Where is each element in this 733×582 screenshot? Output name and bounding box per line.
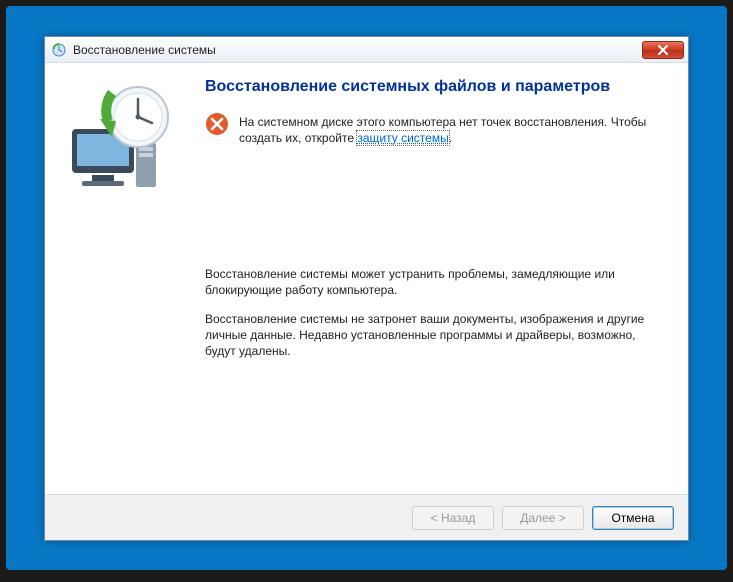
info-para-1: Восстановление системы может устранить п… — [205, 266, 662, 298]
right-pane: Восстановление системных файлов и параме… — [205, 63, 688, 494]
restore-graphic-icon — [60, 81, 190, 201]
system-restore-window: Восстановление системы — [44, 36, 689, 541]
alert-text: На системном диске этого компьютера нет … — [239, 114, 662, 146]
page-heading: Восстановление системных файлов и параме… — [205, 77, 662, 98]
close-button[interactable] — [642, 41, 684, 59]
restore-icon — [51, 42, 67, 58]
close-icon — [657, 45, 669, 55]
cancel-button[interactable]: Отмена — [592, 506, 674, 530]
info-block: Восстановление системы может устранить п… — [205, 266, 662, 359]
titlebar: Восстановление системы — [45, 37, 688, 63]
alert-row: На системном диске этого компьютера нет … — [205, 112, 662, 146]
left-pane — [45, 63, 205, 494]
wizard-body: Восстановление системных файлов и параме… — [45, 63, 688, 494]
next-button: Далее > — [502, 506, 584, 530]
desktop-backdrop: Восстановление системы — [6, 6, 727, 570]
button-bar: < Назад Далее > Отмена — [45, 494, 688, 540]
window-title: Восстановление системы — [73, 43, 642, 57]
info-para-2: Восстановление системы не затронет ваши … — [205, 311, 662, 360]
back-button: < Назад — [412, 506, 494, 530]
system-protection-link[interactable]: защиту системы — [357, 131, 448, 145]
error-icon — [205, 112, 229, 136]
alert-text-post: . — [449, 131, 452, 145]
